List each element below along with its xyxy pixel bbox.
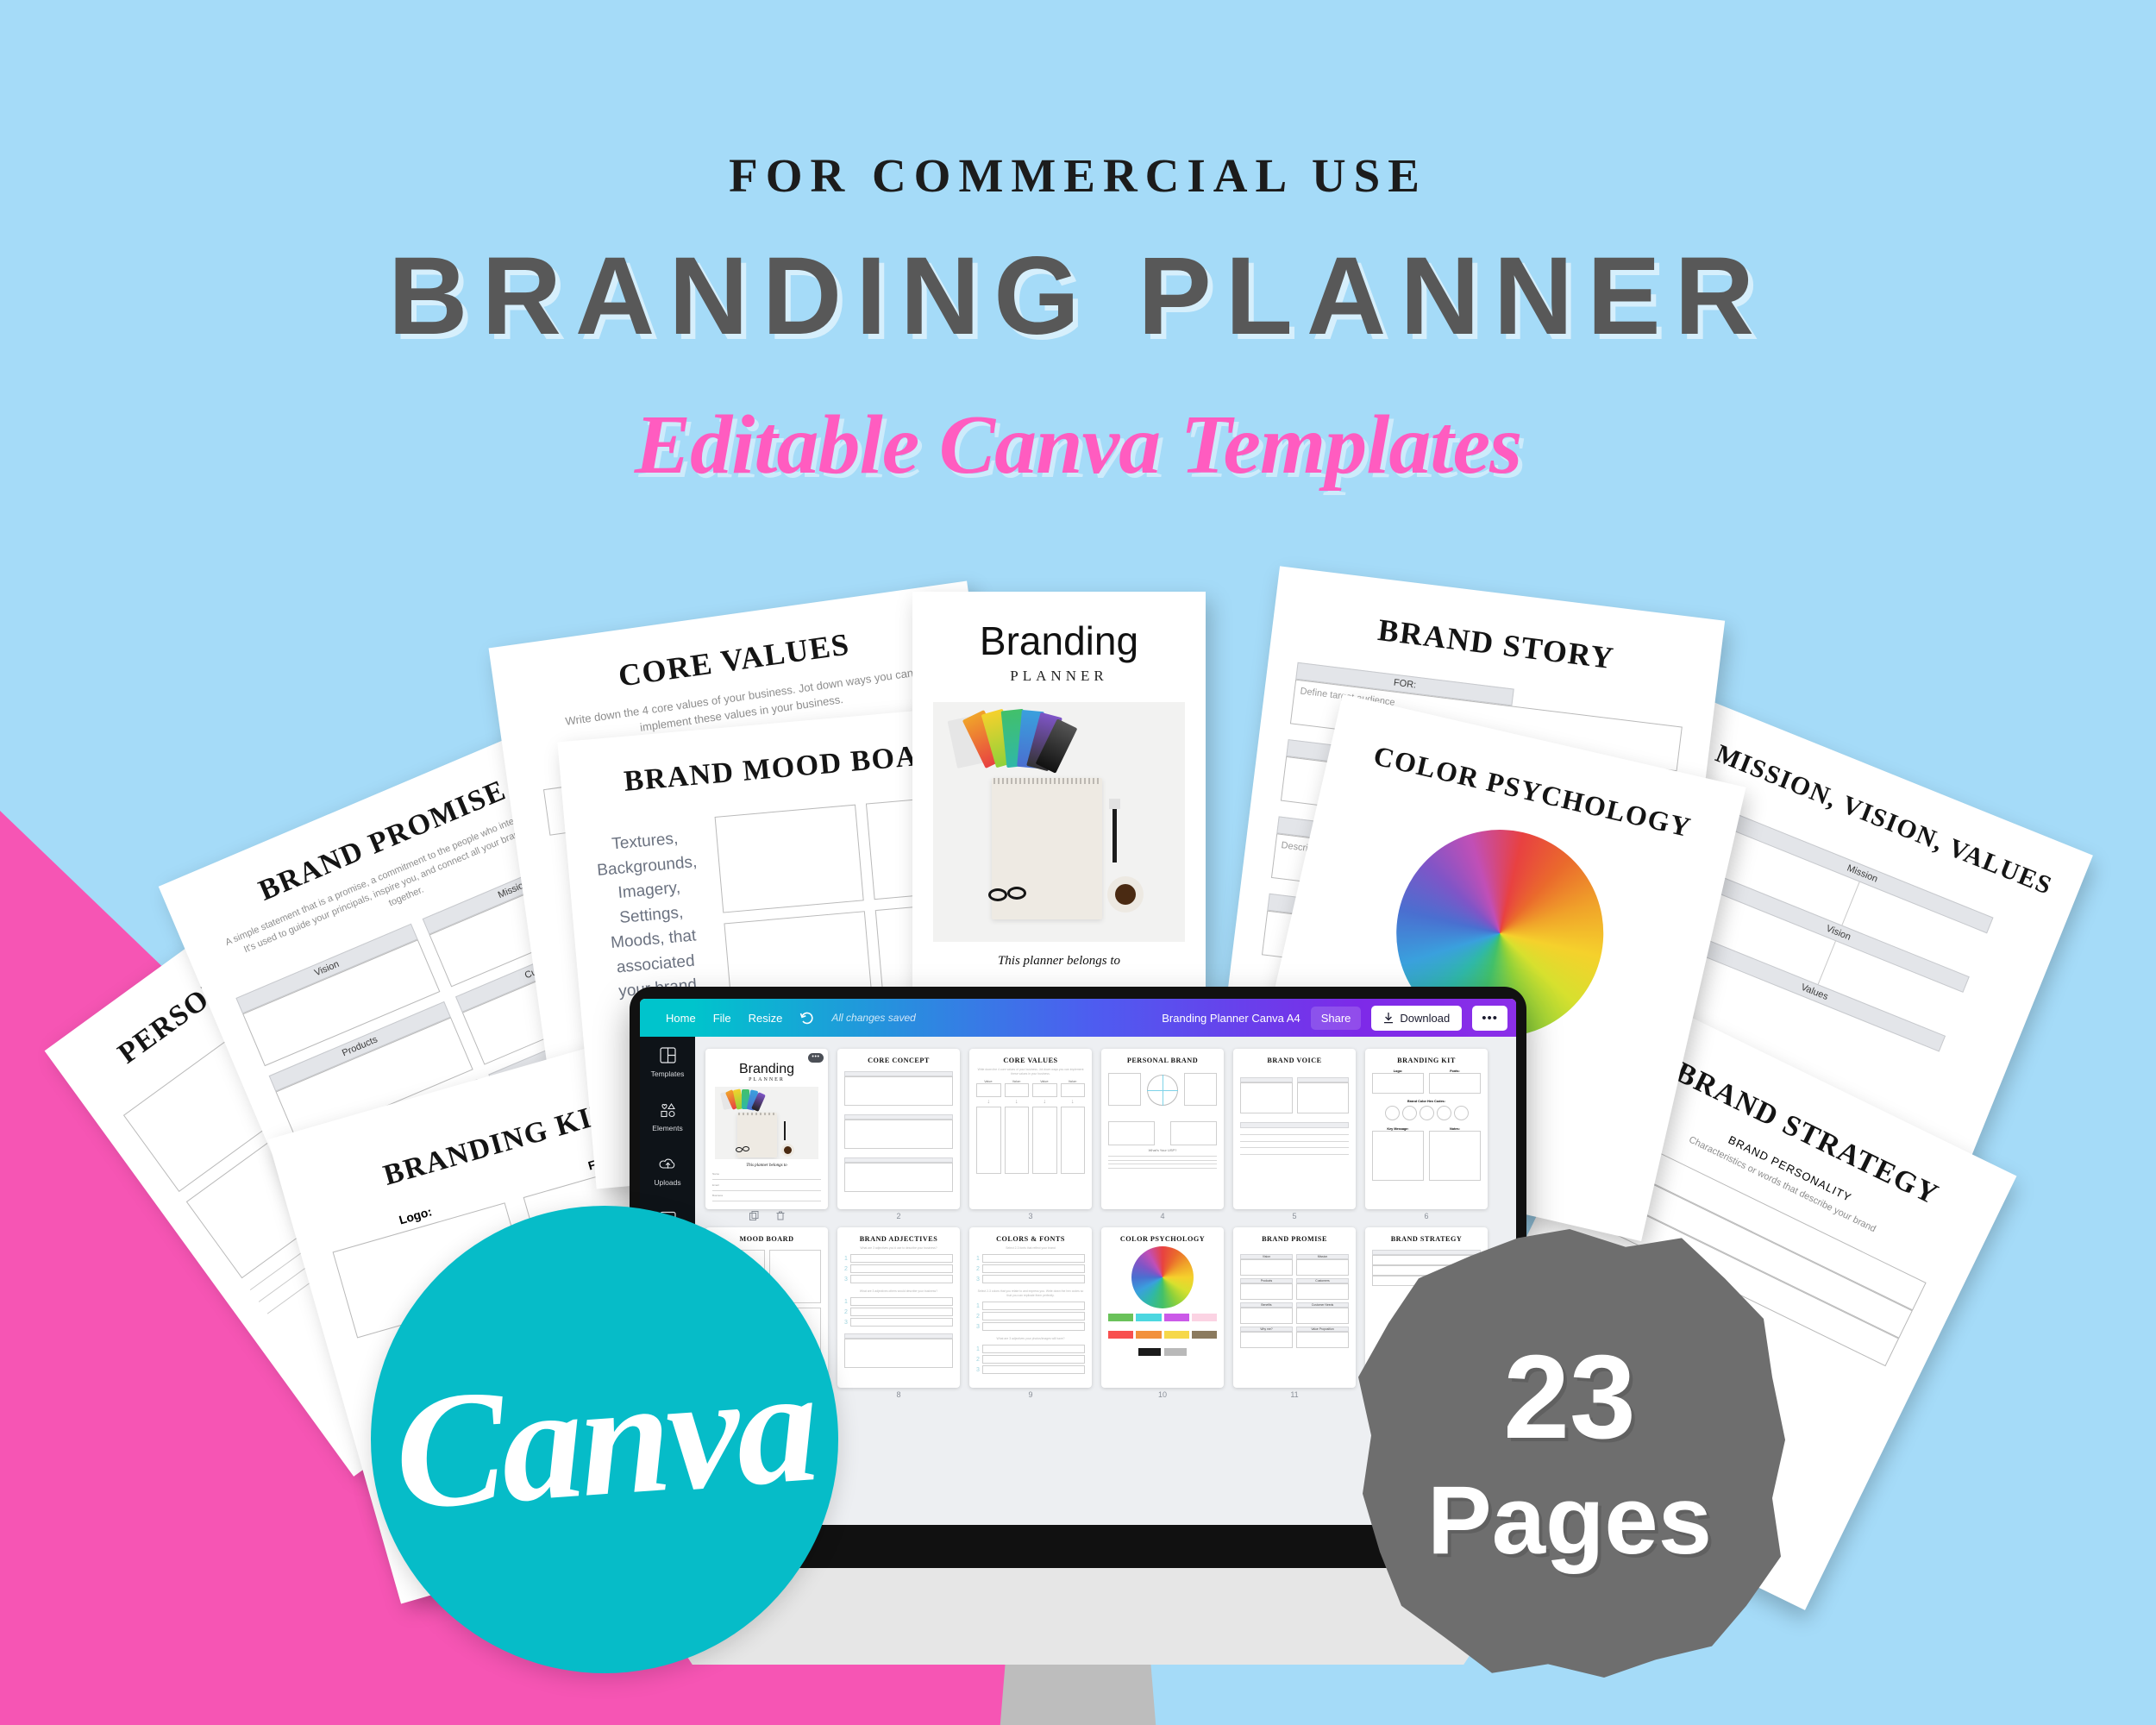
- thumb-belongs: This planner belongs to: [746, 1164, 787, 1168]
- eyebrow-text: FOR COMMERCIAL USE: [729, 149, 1427, 202]
- share-button[interactable]: Share: [1310, 1006, 1362, 1030]
- trash-icon[interactable]: [776, 1211, 785, 1223]
- thumb-title: BRAND PROMISE: [1262, 1235, 1327, 1243]
- thumb-caption: Select 2-3 fonts that reflect your brand: [1006, 1246, 1056, 1250]
- sidebar-item-uploads[interactable]: Uploads: [654, 1157, 681, 1189]
- pages-count-number: 23: [1503, 1331, 1636, 1464]
- page-canvas[interactable]: BRANDING KIT Logo: Fonts: Brand Color He…: [1365, 1049, 1488, 1209]
- sidebar-label: Elements: [652, 1124, 683, 1133]
- page-canvas[interactable]: COLORS & FONTS Select 2-3 fonts that ref…: [969, 1227, 1092, 1388]
- page-number: 3: [1028, 1212, 1033, 1220]
- thumb-caption: What are 3 adjectives you'd use to descr…: [860, 1246, 937, 1250]
- thumb-field: Brand Color Hex Codes:: [1407, 1100, 1445, 1103]
- page-number: 5: [1292, 1212, 1297, 1220]
- pages-count-badge: 23 Pages: [1358, 1229, 1785, 1678]
- sheet-cover: Branding PLANNER This planner belongs to: [912, 592, 1206, 997]
- thumb-title: CORE VALUES: [1003, 1057, 1058, 1064]
- canva-menu-home[interactable]: Home: [666, 1012, 696, 1025]
- save-status: All changes saved: [831, 1012, 916, 1024]
- page-number: 11: [1290, 1390, 1299, 1399]
- thumb-field: Business: [712, 1194, 724, 1198]
- templates-icon: [651, 1047, 685, 1067]
- sidebar-item-elements[interactable]: Elements: [652, 1102, 683, 1135]
- page-number: 9: [1028, 1390, 1033, 1399]
- monitor-neck: [995, 1665, 1161, 1725]
- undo-icon[interactable]: [799, 1012, 814, 1025]
- more-options-button[interactable]: •••: [1472, 1005, 1507, 1031]
- page-thumb-6[interactable]: BRANDING KIT Logo: Fonts: Brand Color He…: [1365, 1049, 1488, 1223]
- page-title: BRANDING PLANNER: [388, 235, 1768, 358]
- page-number: 8: [896, 1390, 901, 1399]
- page-number: 2: [896, 1212, 901, 1220]
- color-wheel: [1131, 1246, 1194, 1308]
- page-canvas[interactable]: BRAND ADJECTIVES What are 3 adjectives y…: [837, 1227, 960, 1388]
- sidebar-label: Uploads: [654, 1177, 681, 1187]
- page-canvas[interactable]: ••• Branding PLANNER This planner belong…: [705, 1049, 828, 1209]
- page-thumb-9[interactable]: COLORS & FONTS Select 2-3 fonts that ref…: [969, 1227, 1092, 1399]
- thumb-title: BRAND STRATEGY: [1390, 1235, 1463, 1243]
- thumb-field: Name: [712, 1172, 720, 1176]
- page-thumb-8[interactable]: BRAND ADJECTIVES What are 3 adjectives y…: [837, 1227, 960, 1399]
- page-thumb-2[interactable]: CORE CONCEPT 2: [837, 1049, 960, 1223]
- thumb-subtitle: PLANNER: [749, 1077, 785, 1082]
- document-title: Branding Planner Canva A4: [1162, 1011, 1300, 1025]
- canva-wordmark: Canva: [388, 1334, 821, 1545]
- page-canvas[interactable]: BRAND VOICE: [1233, 1049, 1356, 1209]
- canva-logo-badge: Canva: [371, 1206, 838, 1673]
- cover-belongs-label: This planner belongs to: [997, 954, 1121, 968]
- page-canvas[interactable]: BRAND PROMISE Vision Mission Products Cu…: [1233, 1227, 1356, 1388]
- thumb-field: Email: [712, 1182, 719, 1187]
- page-thumb-1[interactable]: ••• Branding PLANNER This planner belong…: [705, 1049, 828, 1223]
- page-canvas[interactable]: COLOR PSYCHOLOGY: [1101, 1227, 1224, 1388]
- thumb-title: CORE CONCEPT: [868, 1057, 930, 1064]
- download-button[interactable]: Download: [1371, 1005, 1463, 1031]
- duplicate-icon[interactable]: [749, 1211, 759, 1223]
- thumb-title: COLOR PSYCHOLOGY: [1119, 1235, 1206, 1243]
- page-tools[interactable]: [705, 1211, 828, 1223]
- pages-count-label: Pages: [1427, 1466, 1712, 1574]
- thumb-caption: Select 2-3 colors that you relate to and…: [977, 1289, 1084, 1298]
- thumb-title: BRAND ADJECTIVES: [859, 1235, 938, 1243]
- thumb-caption: Write down the 4 core values of your bus…: [977, 1068, 1084, 1076]
- download-icon: [1383, 1012, 1394, 1024]
- thumb-caption: What are 3 adjectives others would descr…: [859, 1289, 938, 1294]
- thumb-title: COLORS & FONTS: [996, 1235, 1065, 1243]
- page-canvas[interactable]: CORE VALUES Write down the 4 core values…: [969, 1049, 1092, 1209]
- canva-menu-resize[interactable]: Resize: [749, 1012, 783, 1025]
- poster-canvas: FOR COMMERCIAL USE BRANDING PLANNER Edit…: [0, 0, 2156, 1725]
- canva-menu-file[interactable]: File: [713, 1012, 731, 1025]
- cover-subtitle: PLANNER: [1010, 668, 1108, 684]
- sidebar-item-templates[interactable]: Templates: [650, 1047, 685, 1080]
- page-thumb-4[interactable]: PERSONAL BRAND What's Your USP? 4: [1101, 1049, 1224, 1223]
- thumb-title: Branding: [738, 1062, 795, 1076]
- elements-icon: [652, 1102, 682, 1122]
- page-menu-button[interactable]: •••: [808, 1053, 824, 1063]
- page-number: 6: [1424, 1212, 1429, 1220]
- page-thumb-5[interactable]: BRAND VOICE 5: [1233, 1049, 1356, 1223]
- thumb-title: BRAND VOICE: [1267, 1057, 1322, 1064]
- upload-cloud-icon: [654, 1157, 680, 1176]
- page-number: 4: [1160, 1212, 1165, 1220]
- canva-toolbar: chevron-left-icon Home File Resize All c…: [640, 999, 1516, 1037]
- download-label: Download: [1400, 1011, 1451, 1025]
- sidebar-label: Templates: [650, 1069, 685, 1078]
- page-thumb-3[interactable]: CORE VALUES Write down the 4 core values…: [969, 1049, 1092, 1223]
- page-subtitle: Editable Canva Templates: [634, 398, 1523, 492]
- page-number: 10: [1157, 1390, 1167, 1399]
- page-canvas[interactable]: CORE CONCEPT: [837, 1049, 960, 1209]
- thumb-title: BRANDING KIT: [1397, 1057, 1456, 1064]
- page-thumb-11[interactable]: BRAND PROMISE Vision Mission Products Cu…: [1233, 1227, 1356, 1399]
- thumb-caption: What are 3 adjectives your photos/images…: [996, 1337, 1065, 1341]
- cover-photo: [933, 702, 1185, 942]
- thumb-title: PERSONAL BRAND: [1126, 1057, 1199, 1064]
- cover-title: Branding: [979, 618, 1139, 663]
- thumb-footer: What's Your USP?: [1148, 1148, 1177, 1152]
- page-canvas[interactable]: PERSONAL BRAND What's Your USP?: [1101, 1049, 1224, 1209]
- page-thumb-10[interactable]: COLOR PSYCHOLOGY 10: [1101, 1227, 1224, 1399]
